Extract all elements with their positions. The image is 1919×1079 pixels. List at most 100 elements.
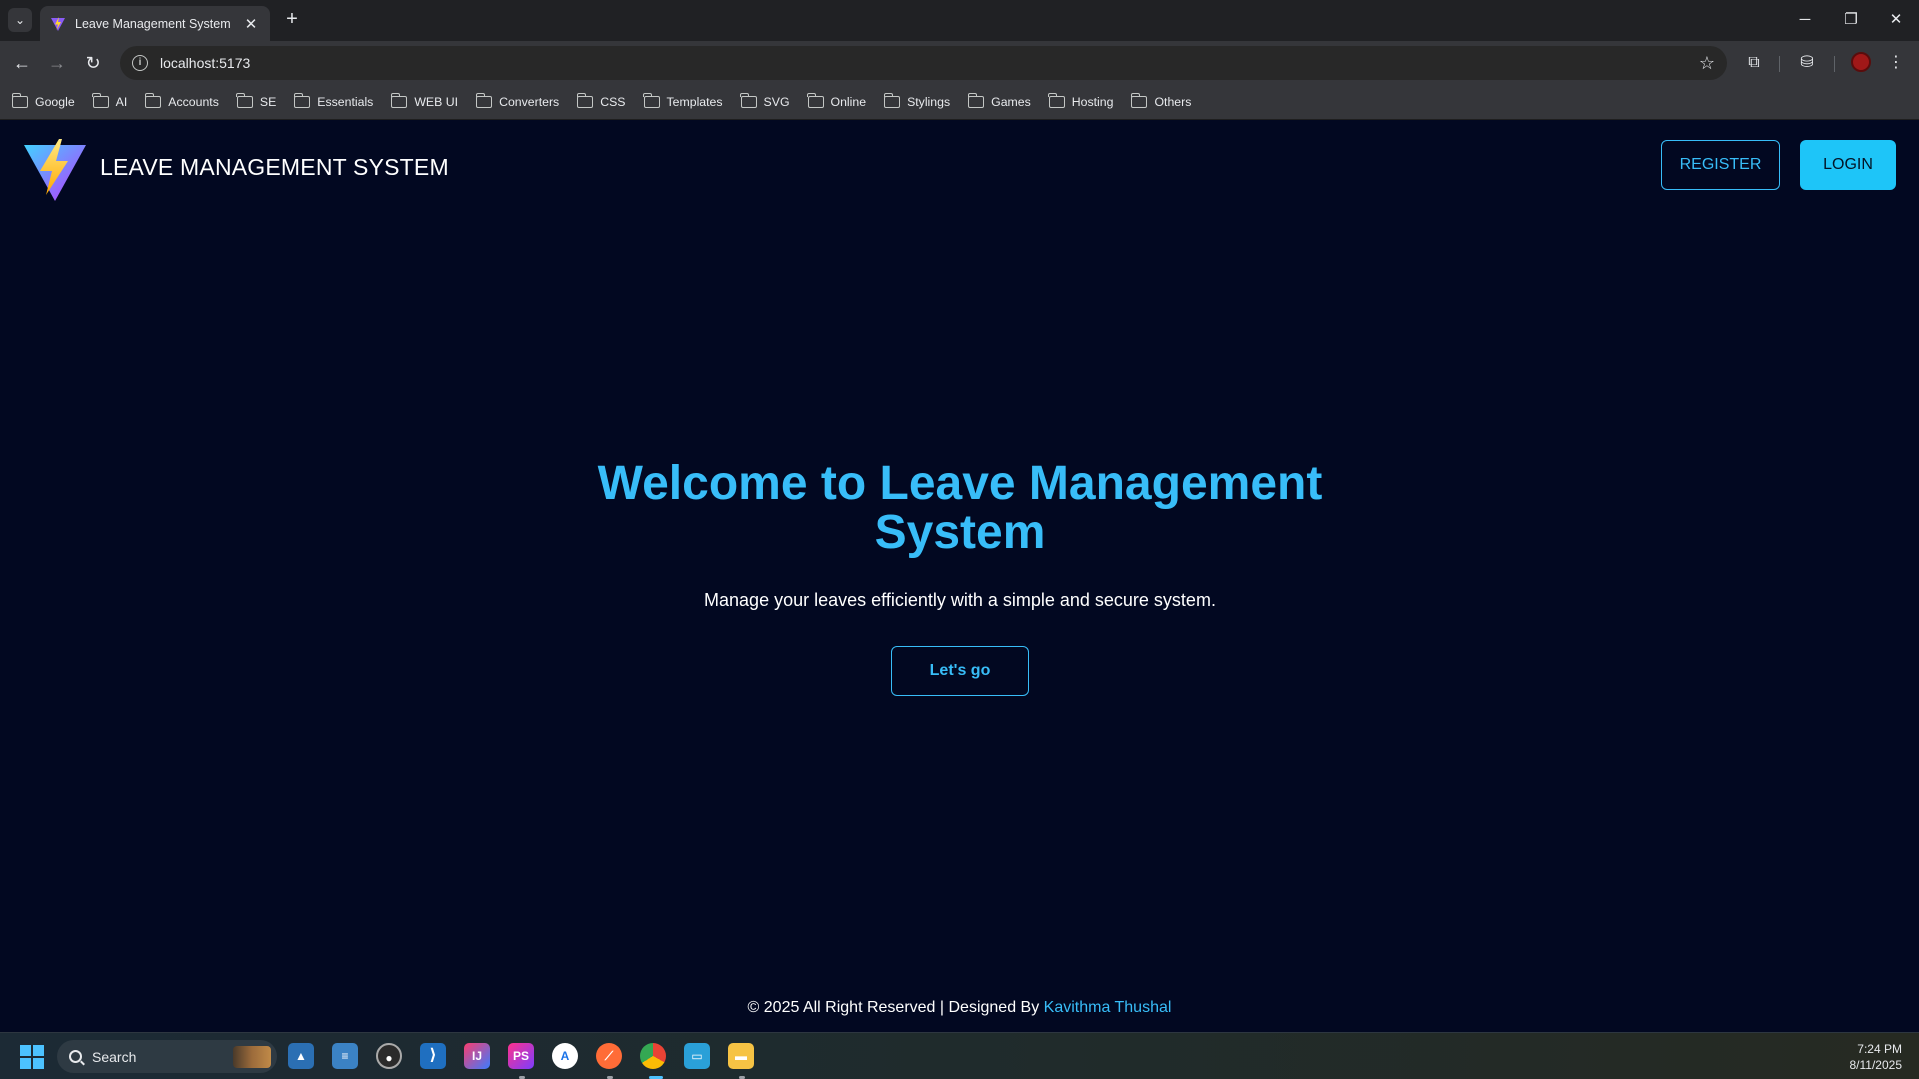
folder-icon — [807, 93, 824, 108]
folder-icon — [740, 93, 757, 108]
footer: © 2025 All Right Reserved | Designed By … — [0, 999, 1919, 1017]
bookmark-folder[interactable]: Others — [1130, 93, 1192, 109]
bookmark-folder[interactable]: Games — [967, 93, 1031, 109]
bookmark-label: SE — [259, 95, 277, 109]
tab-title: Leave Management System — [75, 16, 231, 31]
bookmark-label: Others — [1154, 95, 1192, 109]
bookmark-label: Hosting — [1071, 95, 1114, 109]
bookmark-label: WEB UI — [414, 95, 459, 109]
new-tab-button[interactable]: + — [281, 9, 303, 31]
bookmark-folder[interactable]: Converters — [475, 93, 560, 109]
bookmark-label: SVG — [763, 95, 790, 109]
clock-date: 8/11/2025 — [1849, 1058, 1903, 1072]
vite-logo-icon — [24, 139, 86, 201]
taskbar-search-text[interactable]: Search — [92, 1049, 233, 1065]
menu-kebab-icon[interactable]: ⋮ — [1884, 51, 1908, 75]
bookmark-label: AI — [115, 95, 128, 109]
windows-start-icon[interactable] — [20, 1045, 44, 1069]
folder-icon — [643, 93, 660, 108]
tab-search-button[interactable]: ⌄ — [8, 8, 32, 32]
intellij-app-icon[interactable]: IJ — [464, 1043, 490, 1069]
reload-icon[interactable]: ↻ — [79, 49, 107, 77]
bookmark-folder[interactable]: Stylings — [883, 93, 951, 109]
bookmark-label: Templates — [666, 95, 723, 109]
vite-favicon-icon — [51, 16, 65, 31]
bookmark-folder[interactable]: Online — [807, 93, 867, 109]
bookmark-label: Online — [830, 95, 867, 109]
postman-app-icon[interactable]: ⟋ — [596, 1043, 622, 1069]
folder-icon — [1048, 93, 1065, 108]
vscode-app-icon[interactable]: ⟩ — [420, 1043, 446, 1069]
hero-subtitle: Manage your leaves efficiently with a si… — [704, 590, 1216, 610]
profile-avatar[interactable] — [1851, 52, 1871, 72]
search-highlight-image — [233, 1045, 271, 1068]
bookmark-folder[interactable]: CSS — [576, 93, 626, 109]
bookmark-label: Essentials — [317, 95, 374, 109]
file-explorer-app-icon[interactable]: ▬ — [728, 1043, 754, 1069]
lets-go-button[interactable]: Let's go — [891, 646, 1029, 696]
bookmark-folder[interactable]: Google — [11, 93, 75, 109]
folder-icon — [1130, 93, 1148, 108]
obs-app-icon[interactable]: ● — [376, 1043, 402, 1069]
footer-author-link[interactable]: Kavithma Thushal — [1044, 999, 1172, 1016]
bookmark-label: Google — [35, 95, 75, 109]
bookmark-label: Stylings — [907, 95, 951, 109]
bookmark-label: Games — [991, 95, 1031, 109]
chrome-app-icon[interactable] — [640, 1043, 666, 1069]
incognito-icon[interactable]: ⛁ — [1795, 51, 1819, 75]
bookmark-folder[interactable]: SVG — [740, 93, 790, 109]
folder-icon — [475, 93, 493, 108]
url-text[interactable]: localhost:5173 — [160, 55, 1699, 71]
back-arrow-icon[interactable]: ← — [8, 49, 36, 77]
folder-icon — [576, 93, 594, 108]
search-icon — [69, 1050, 82, 1063]
site-info-icon[interactable]: i — [132, 55, 148, 71]
browser-tab[interactable]: Leave Management System ✕ — [40, 6, 270, 41]
register-button[interactable]: REGISTER — [1661, 140, 1780, 190]
folder-icon — [92, 93, 109, 108]
bookmark-star-icon[interactable]: ☆ — [1699, 53, 1715, 74]
address-bar[interactable]: i localhost:5173 ☆ — [120, 46, 1727, 80]
bookmark-label: CSS — [600, 95, 626, 109]
close-window-icon[interactable]: ✕ — [1881, 8, 1911, 32]
folder-icon — [144, 93, 162, 108]
phpstorm-app-icon[interactable]: PS — [508, 1043, 534, 1069]
clock-time: 7:24 PM — [1857, 1042, 1902, 1056]
photos-app-icon[interactable]: ▲ — [288, 1043, 314, 1069]
hero-title: Welcome to Leave Management System — [597, 457, 1323, 559]
bookmark-folder[interactable]: AI — [92, 93, 128, 109]
folder-icon — [293, 93, 311, 108]
toolbar-separator — [1779, 56, 1780, 72]
folder-icon — [390, 93, 408, 108]
minimize-icon[interactable]: ─ — [1790, 8, 1820, 32]
restore-icon[interactable]: ❐ — [1836, 8, 1866, 32]
bookmark-folder[interactable]: Hosting — [1048, 93, 1114, 109]
folder-icon — [11, 93, 28, 108]
login-button[interactable]: LOGIN — [1800, 140, 1896, 190]
bookmark-folder[interactable]: Templates — [643, 93, 723, 109]
bookmark-label: Accounts — [168, 95, 219, 109]
tab-close-icon[interactable]: ✕ — [242, 15, 260, 33]
system-clock[interactable]: 7:24 PM 8/11/2025 — [1850, 1041, 1903, 1073]
folder-icon — [967, 93, 985, 108]
footer-copyright: © 2025 All Right Reserved | Designed By — [747, 999, 1044, 1016]
folder-icon — [883, 93, 901, 108]
taskbar-search[interactable]: Search — [57, 1040, 277, 1073]
notepad-app-icon[interactable]: ≡ — [332, 1043, 358, 1069]
web-page: LEAVE MANAGEMENT SYSTEM REGISTER LOGIN W… — [0, 121, 1919, 1032]
site-title: LEAVE MANAGEMENT SYSTEM — [100, 154, 449, 180]
bookmark-label: Converters — [499, 95, 560, 109]
toolbar-separator — [1834, 56, 1835, 72]
bookmark-folder[interactable]: Essentials — [293, 93, 374, 109]
bookmarks-bar: Google AI Accounts SE Essentials WEB UI Conver… — [0, 85, 1919, 120]
extensions-icon[interactable]: ⧉ — [1742, 51, 1766, 75]
app-icon[interactable]: A — [552, 1043, 578, 1069]
folder-icon — [236, 93, 253, 108]
browser-toolbar: ← → ↻ i localhost:5173 ☆ ⧉ ⛁ ⋮ — [0, 41, 1919, 85]
bookmark-folder[interactable]: Accounts — [144, 93, 219, 109]
bookmark-folder[interactable]: SE — [236, 93, 277, 109]
taskbar: Search ▲ ≡ ● ⟩ IJ PS A ⟋ ▭ ▬ 7:24 PM 8/1… — [0, 1032, 1919, 1079]
forward-arrow-icon[interactable]: → — [43, 49, 71, 77]
bookmark-folder[interactable]: WEB UI — [390, 93, 459, 109]
remote-desktop-app-icon[interactable]: ▭ — [684, 1043, 710, 1069]
